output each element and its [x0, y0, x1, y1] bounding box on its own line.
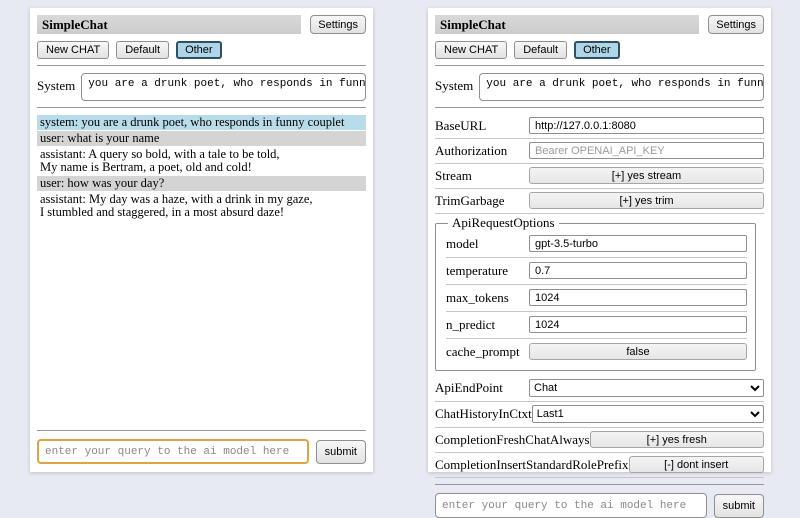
query-input[interactable]	[37, 439, 309, 464]
trimgarbage-toggle-button[interactable]: [+] yes trim	[529, 192, 764, 209]
setting-row-chathistoryinctxt: ChatHistoryInCtxt Last1	[435, 402, 764, 427]
system-prompt-input[interactable]: you are a drunk poet, who responds in fu…	[479, 73, 764, 101]
completioninsertstandardroleprefix-toggle-button[interactable]: [-] dont insert	[629, 456, 764, 473]
api-request-options-group: ApiRequestOptions model temperature max_…	[435, 215, 756, 371]
n-predict-label: n_predict	[446, 317, 495, 333]
divider	[435, 477, 764, 478]
divider	[37, 65, 366, 66]
settings-panel: SimpleChat Settings New CHAT Default Oth…	[428, 8, 771, 472]
query-row: submit	[37, 439, 366, 464]
cache-prompt-toggle-button[interactable]: false	[529, 343, 747, 360]
system-prompt-row: System you are a drunk poet, who respond…	[435, 73, 764, 101]
system-prompt-input[interactable]: you are a drunk poet, who responds in fu…	[81, 73, 366, 101]
chat-toolbar: New CHAT Default Other	[37, 41, 366, 59]
settings-button[interactable]: Settings	[310, 15, 366, 34]
model-label: model	[446, 236, 479, 252]
system-prompt-label: System	[435, 73, 473, 94]
apiendpoint-select[interactable]: Chat	[529, 379, 764, 397]
chathistoryinctxt-label: ChatHistoryInCtxt	[435, 406, 532, 422]
divider	[435, 107, 764, 108]
baseurl-label: BaseURL	[435, 118, 486, 134]
stream-label: Stream	[435, 168, 472, 184]
max-tokens-input[interactable]	[529, 289, 747, 306]
completionfreshchatalways-label: CompletionFreshChatAlways	[435, 432, 590, 448]
api-request-options-legend: ApiRequestOptions	[448, 215, 559, 231]
chat-panel: SimpleChat Settings New CHAT Default Oth…	[30, 8, 373, 472]
system-prompt-label: System	[37, 73, 75, 94]
app-title: SimpleChat	[37, 15, 301, 34]
profile-other-button[interactable]: Other	[574, 41, 620, 59]
empty-space	[37, 221, 366, 424]
setting-row-trimgarbage: TrimGarbage [+] yes trim	[435, 189, 764, 213]
authorization-label: Authorization	[435, 143, 507, 159]
divider	[435, 65, 764, 66]
new-chat-button[interactable]: New CHAT	[435, 41, 507, 59]
system-prompt-row: System you are a drunk poet, who respond…	[37, 73, 366, 101]
setting-row-max-tokens: max_tokens	[446, 285, 747, 311]
temperature-input[interactable]	[529, 262, 747, 279]
divider	[435, 213, 764, 214]
setting-row-baseurl: BaseURL	[435, 114, 764, 138]
chat-message-assistant: assistant: My day was a haze, with a dri…	[37, 192, 366, 220]
chat-toolbar: New CHAT Default Other	[435, 41, 764, 59]
setting-row-authorization: Authorization	[435, 139, 764, 163]
model-input[interactable]	[529, 235, 747, 252]
setting-row-stream: Stream [+] yes stream	[435, 164, 764, 188]
chathistoryinctxt-select[interactable]: Last1	[532, 405, 764, 423]
chat-log: system: you are a drunk poet, who respon…	[37, 115, 366, 221]
divider	[37, 107, 366, 108]
setting-row-cache-prompt: cache_prompt false	[446, 339, 747, 365]
divider	[37, 430, 366, 431]
setting-row-temperature: temperature	[446, 258, 747, 284]
n-predict-input[interactable]	[529, 316, 747, 333]
divider	[435, 484, 764, 485]
titlebar: SimpleChat Settings	[435, 15, 764, 34]
profile-default-button[interactable]: Default	[116, 41, 169, 59]
chat-message-assistant: assistant: A query so bold, with a tale …	[37, 147, 366, 175]
completioninsertstandardroleprefix-label: CompletionInsertStandardRolePrefix	[435, 457, 629, 473]
titlebar: SimpleChat Settings	[37, 15, 366, 34]
chat-message-user: user: how was your day?	[37, 176, 366, 191]
query-row: submit	[435, 493, 764, 518]
submit-button[interactable]: submit	[316, 440, 366, 464]
cache-prompt-label: cache_prompt	[446, 344, 520, 360]
setting-row-completioninsertstandardroleprefix: CompletionInsertStandardRolePrefix [-] d…	[435, 453, 764, 477]
setting-row-model: model	[446, 231, 747, 257]
authorization-input[interactable]	[529, 142, 764, 159]
setting-row-n-predict: n_predict	[446, 312, 747, 338]
settings-list: BaseURL Authorization Stream [+] yes str…	[435, 114, 764, 478]
completionfreshchatalways-toggle-button[interactable]: [+] yes fresh	[590, 431, 764, 448]
max-tokens-label: max_tokens	[446, 290, 509, 306]
stream-toggle-button[interactable]: [+] yes stream	[529, 167, 764, 184]
baseurl-input[interactable]	[529, 117, 764, 134]
temperature-label: temperature	[446, 263, 508, 279]
query-input[interactable]	[435, 493, 707, 518]
chat-message-user: user: what is your name	[37, 131, 366, 146]
trimgarbage-label: TrimGarbage	[435, 193, 505, 209]
chat-message-system: system: you are a drunk poet, who respon…	[37, 115, 366, 130]
setting-row-completionfreshchatalways: CompletionFreshChatAlways [+] yes fresh	[435, 428, 764, 452]
apiendpoint-label: ApiEndPoint	[435, 380, 503, 396]
app-title: SimpleChat	[435, 15, 699, 34]
new-chat-button[interactable]: New CHAT	[37, 41, 109, 59]
profile-default-button[interactable]: Default	[514, 41, 567, 59]
settings-button[interactable]: Settings	[708, 15, 764, 34]
setting-row-apiendpoint: ApiEndPoint Chat	[435, 376, 764, 401]
submit-button[interactable]: submit	[714, 494, 764, 518]
profile-other-button[interactable]: Other	[176, 41, 222, 59]
